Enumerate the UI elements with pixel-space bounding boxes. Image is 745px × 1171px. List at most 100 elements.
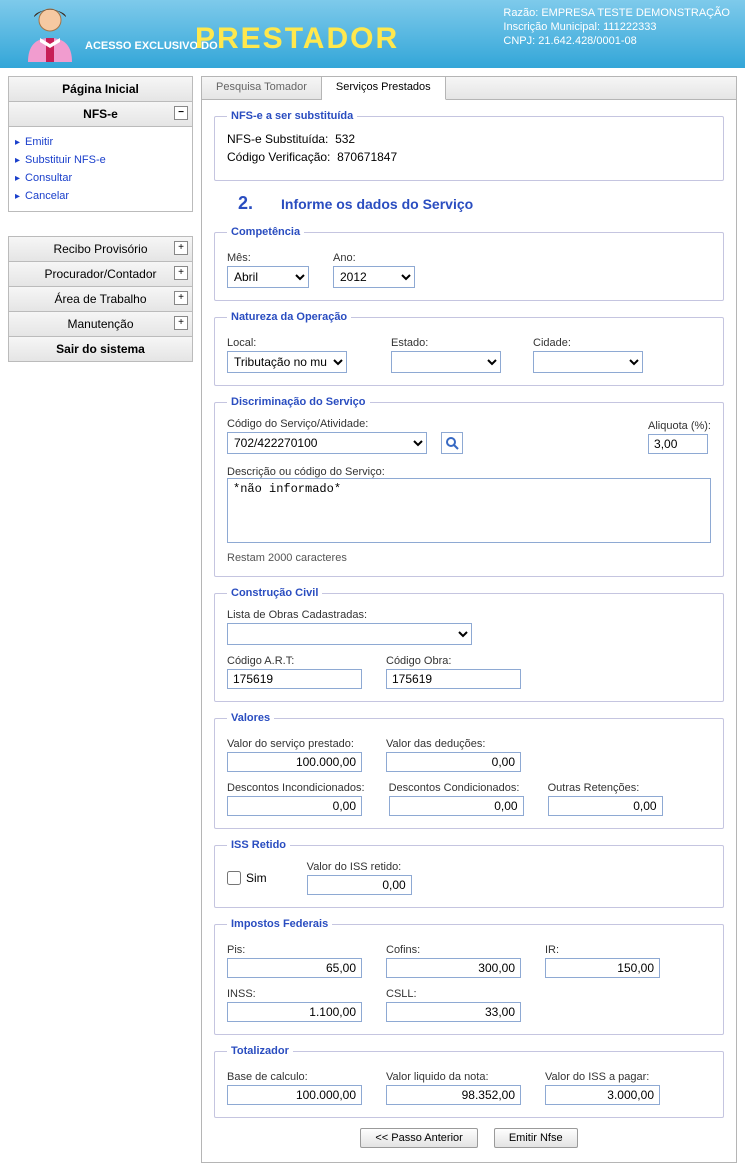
- csll-label: CSLL:: [386, 988, 521, 1000]
- tab-pesquisa[interactable]: Pesquisa Tomador: [202, 77, 322, 99]
- sidebar: Página Inicial NFS-e − Emitir Substituir…: [8, 76, 193, 1163]
- cidade-label: Cidade:: [533, 337, 643, 349]
- content: Pesquisa Tomador Serviços Prestados NFS-…: [201, 76, 737, 1163]
- liquido-input[interactable]: [386, 1085, 521, 1105]
- cofins-label: Cofins:: [386, 944, 521, 956]
- descricao-textarea[interactable]: *não informado*: [227, 478, 711, 543]
- mes-select[interactable]: Abril: [227, 266, 309, 288]
- ano-select[interactable]: 2012: [333, 266, 415, 288]
- desc-cond-input[interactable]: [389, 796, 524, 816]
- art-label: Código A.R.T:: [227, 655, 362, 667]
- pis-label: Pis:: [227, 944, 362, 956]
- iss-pagar-label: Valor do ISS a pagar:: [545, 1071, 660, 1083]
- iss-valor-label: Valor do ISS retido:: [307, 861, 412, 873]
- legend-substituida: NFS-e a ser substituída: [227, 110, 357, 122]
- fieldset-discriminacao: Discriminação do Serviço Código do Servi…: [214, 396, 724, 577]
- plus-icon[interactable]: +: [174, 266, 188, 280]
- pis-input[interactable]: [227, 958, 362, 978]
- estado-label: Estado:: [391, 337, 501, 349]
- sidebar-item-emitir[interactable]: Emitir: [13, 133, 188, 151]
- menu-nfse[interactable]: NFS-e −: [8, 102, 193, 127]
- obra-input[interactable]: [386, 669, 521, 689]
- avatar: [20, 4, 80, 67]
- legend-discriminacao: Discriminação do Serviço: [227, 396, 370, 408]
- submenu-nfse: Emitir Substituir NFS-e Consultar Cancel…: [8, 127, 193, 212]
- tab-servicos[interactable]: Serviços Prestados: [322, 77, 446, 100]
- legend-natureza: Natureza da Operação: [227, 311, 351, 323]
- local-select[interactable]: Tributação no mu: [227, 351, 347, 373]
- desc-inc-label: Descontos Incondicionados:: [227, 782, 365, 794]
- sidebar-item-consultar[interactable]: Consultar: [13, 169, 188, 187]
- ano-label: Ano:: [333, 252, 415, 264]
- fieldset-substituida: NFS-e a ser substituída NFS-e Substituíd…: [214, 110, 724, 181]
- legend-iss: ISS Retido: [227, 839, 290, 851]
- plus-icon[interactable]: +: [174, 291, 188, 305]
- legend-impostos: Impostos Federais: [227, 918, 332, 930]
- art-input[interactable]: [227, 669, 362, 689]
- fieldset-construcao: Construção Civil Lista de Obras Cadastra…: [214, 587, 724, 702]
- desc-inc-input[interactable]: [227, 796, 362, 816]
- menu-area[interactable]: Área de Trabalho+: [8, 286, 193, 311]
- plus-icon[interactable]: +: [174, 316, 188, 330]
- iss-valor-input[interactable]: [307, 875, 412, 895]
- lista-obras-label: Lista de Obras Cadastradas:: [227, 609, 711, 621]
- step-title: Informe os dados do Serviço: [281, 196, 473, 212]
- caracteres-restantes: Restam 2000 caracteres: [227, 552, 711, 564]
- fieldset-totalizador: Totalizador Base de calculo: Valor liqui…: [214, 1045, 724, 1118]
- codigo-servico-select[interactable]: 702/422270100: [227, 432, 427, 454]
- menu-home[interactable]: Página Inicial: [8, 76, 193, 102]
- fieldset-natureza: Natureza da Operação Local: Tributação n…: [214, 311, 724, 386]
- tabs: Pesquisa Tomador Serviços Prestados: [201, 76, 737, 100]
- base-input[interactable]: [227, 1085, 362, 1105]
- legend-valores: Valores: [227, 712, 274, 724]
- ir-label: IR:: [545, 944, 660, 956]
- legend-competencia: Competência: [227, 226, 304, 238]
- codigo-servico-label: Código do Serviço/Atividade:: [227, 418, 427, 430]
- company-info: Razão: EMPRESA TESTE DEMONSTRAÇÃO Inscri…: [503, 6, 730, 48]
- menu-recibo[interactable]: Recibo Provisório+: [8, 236, 193, 261]
- valor-servico-input[interactable]: [227, 752, 362, 772]
- menu-sair[interactable]: Sair do sistema: [8, 336, 193, 362]
- iss-pagar-input[interactable]: [545, 1085, 660, 1105]
- minus-icon[interactable]: −: [174, 106, 188, 120]
- fieldset-impostos: Impostos Federais Pis: Cofins: IR: INSS:…: [214, 918, 724, 1035]
- aliquota-input[interactable]: [648, 434, 708, 454]
- sidebar-item-substituir[interactable]: Substituir NFS-e: [13, 151, 188, 169]
- step-header: 2. Informe os dados do Serviço: [238, 193, 724, 214]
- iss-sim-checkbox[interactable]: [227, 871, 241, 885]
- valor-deducoes-input[interactable]: [386, 752, 521, 772]
- sidebar-item-cancelar[interactable]: Cancelar: [13, 187, 188, 205]
- inss-label: INSS:: [227, 988, 362, 1000]
- cidade-select[interactable]: [533, 351, 643, 373]
- mes-label: Mês:: [227, 252, 309, 264]
- fieldset-iss: ISS Retido Sim Valor do ISS retido:: [214, 839, 724, 908]
- descricao-label: Descrição ou código do Serviço:: [227, 466, 385, 478]
- legend-construcao: Construção Civil: [227, 587, 322, 599]
- aliquota-label: Aliquota (%):: [648, 420, 711, 432]
- local-label: Local:: [227, 337, 347, 349]
- passo-anterior-button[interactable]: << Passo Anterior: [360, 1128, 477, 1148]
- valor-servico-label: Valor do serviço prestado:: [227, 738, 362, 750]
- csll-input[interactable]: [386, 1002, 521, 1022]
- fieldset-valores: Valores Valor do serviço prestado: Valor…: [214, 712, 724, 829]
- estado-select[interactable]: [391, 351, 501, 373]
- prestador-title: PRESTADOR: [195, 22, 399, 56]
- liquido-label: Valor liquido da nota:: [386, 1071, 521, 1083]
- emitir-nfse-button[interactable]: Emitir Nfse: [494, 1128, 578, 1148]
- legend-totalizador: Totalizador: [227, 1045, 293, 1057]
- outras-input[interactable]: [548, 796, 663, 816]
- inss-input[interactable]: [227, 1002, 362, 1022]
- outras-label: Outras Retenções:: [548, 782, 663, 794]
- valor-deducoes-label: Valor das deduções:: [386, 738, 521, 750]
- menu-procurador[interactable]: Procurador/Contador+: [8, 261, 193, 286]
- cofins-input[interactable]: [386, 958, 521, 978]
- desc-cond-label: Descontos Condicionados:: [389, 782, 524, 794]
- menu-manutencao[interactable]: Manutenção+: [8, 311, 193, 336]
- plus-icon[interactable]: +: [174, 241, 188, 255]
- step-number: 2.: [238, 193, 253, 214]
- obra-label: Código Obra:: [386, 655, 521, 667]
- iss-sim-label: Sim: [246, 871, 267, 885]
- ir-input[interactable]: [545, 958, 660, 978]
- search-icon[interactable]: [441, 432, 463, 454]
- lista-obras-select[interactable]: [227, 623, 472, 645]
